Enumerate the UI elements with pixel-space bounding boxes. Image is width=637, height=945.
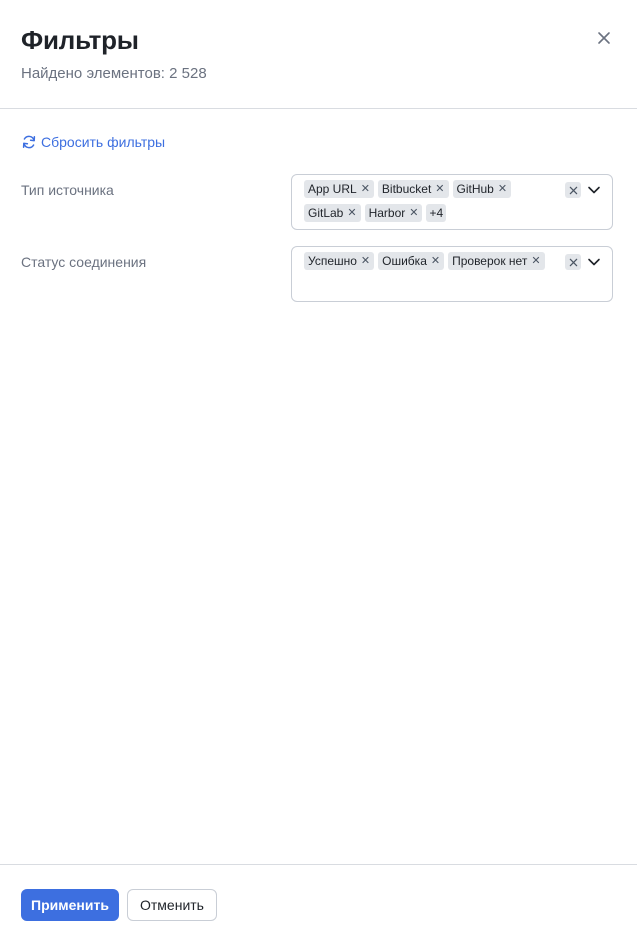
chip-remove-icon[interactable]: ✕: [431, 255, 440, 267]
chip-remove-icon[interactable]: ✕: [435, 183, 444, 195]
chip: GitHub ✕: [452, 180, 512, 198]
close-button[interactable]: [593, 27, 615, 49]
close-icon: [598, 32, 610, 44]
chip: App URL ✕: [304, 180, 374, 198]
chip-label: Проверок нет: [452, 254, 528, 268]
chip-label: Успешно: [308, 254, 357, 268]
chip: Bitbucket ✕: [377, 180, 449, 198]
page-title: Фильтры: [21, 25, 139, 55]
dropdown-toggle[interactable]: [587, 255, 601, 269]
chip-remove-icon[interactable]: ✕: [347, 207, 356, 219]
clear-selection-button[interactable]: [565, 254, 581, 270]
chip-label: Bitbucket: [381, 182, 432, 196]
dropdown-toggle[interactable]: [587, 183, 601, 197]
chip-label: App URL: [308, 182, 357, 196]
chevron-down-icon: [588, 258, 600, 266]
chip-label: Ошибка: [382, 254, 427, 268]
chip-label: GitHub: [456, 182, 494, 196]
more-chips-badge[interactable]: +4: [426, 204, 447, 222]
chip-list: App URL ✕ Bitbucket ✕ GitHub ✕ GitLab ✕ …: [304, 180, 554, 222]
connection-status-select[interactable]: Успешно ✕ Ошибка ✕ Проверок нет ✕: [291, 246, 613, 302]
chip-remove-icon[interactable]: ✕: [498, 183, 507, 195]
chip-remove-icon[interactable]: ✕: [361, 255, 370, 267]
chip-remove-icon[interactable]: ✕: [531, 255, 540, 267]
filter-label: Статус соединения: [21, 254, 147, 270]
refresh-icon: [22, 135, 36, 149]
chip: Успешно ✕: [304, 252, 375, 270]
chip-remove-icon[interactable]: ✕: [361, 183, 370, 195]
reset-filters-label: Сбросить фильтры: [41, 134, 166, 150]
close-icon: [569, 186, 577, 194]
cancel-button[interactable]: Отменить: [127, 889, 217, 921]
chip-remove-icon[interactable]: ✕: [409, 207, 418, 219]
filters-panel: Фильтры Найдено элементов: 2 528 Сбросит…: [0, 0, 637, 945]
reset-filters-button[interactable]: Сбросить фильтры: [21, 134, 165, 150]
chip-label: GitLab: [308, 206, 344, 220]
results-count: Найдено элементов: 2 528: [21, 65, 207, 82]
clear-selection-button[interactable]: [565, 182, 581, 198]
panel-footer: Применить Отменить: [0, 864, 637, 945]
filter-label: Тип источника: [21, 182, 114, 198]
chip: Проверок нет ✕: [448, 252, 545, 270]
close-icon: [569, 258, 577, 266]
chip: Ошибка ✕: [378, 252, 445, 270]
chevron-down-icon: [588, 186, 600, 194]
chip-label: Harbor: [368, 206, 406, 220]
chip: Harbor ✕: [364, 204, 423, 222]
source-type-select[interactable]: App URL ✕ Bitbucket ✕ GitHub ✕ GitLab ✕ …: [291, 174, 613, 230]
chip: GitLab ✕: [304, 204, 361, 222]
panel-header: Фильтры Найдено элементов: 2 528: [0, 0, 637, 109]
chip-list: Успешно ✕ Ошибка ✕ Проверок нет ✕: [304, 252, 554, 270]
apply-button[interactable]: Применить: [21, 889, 119, 921]
